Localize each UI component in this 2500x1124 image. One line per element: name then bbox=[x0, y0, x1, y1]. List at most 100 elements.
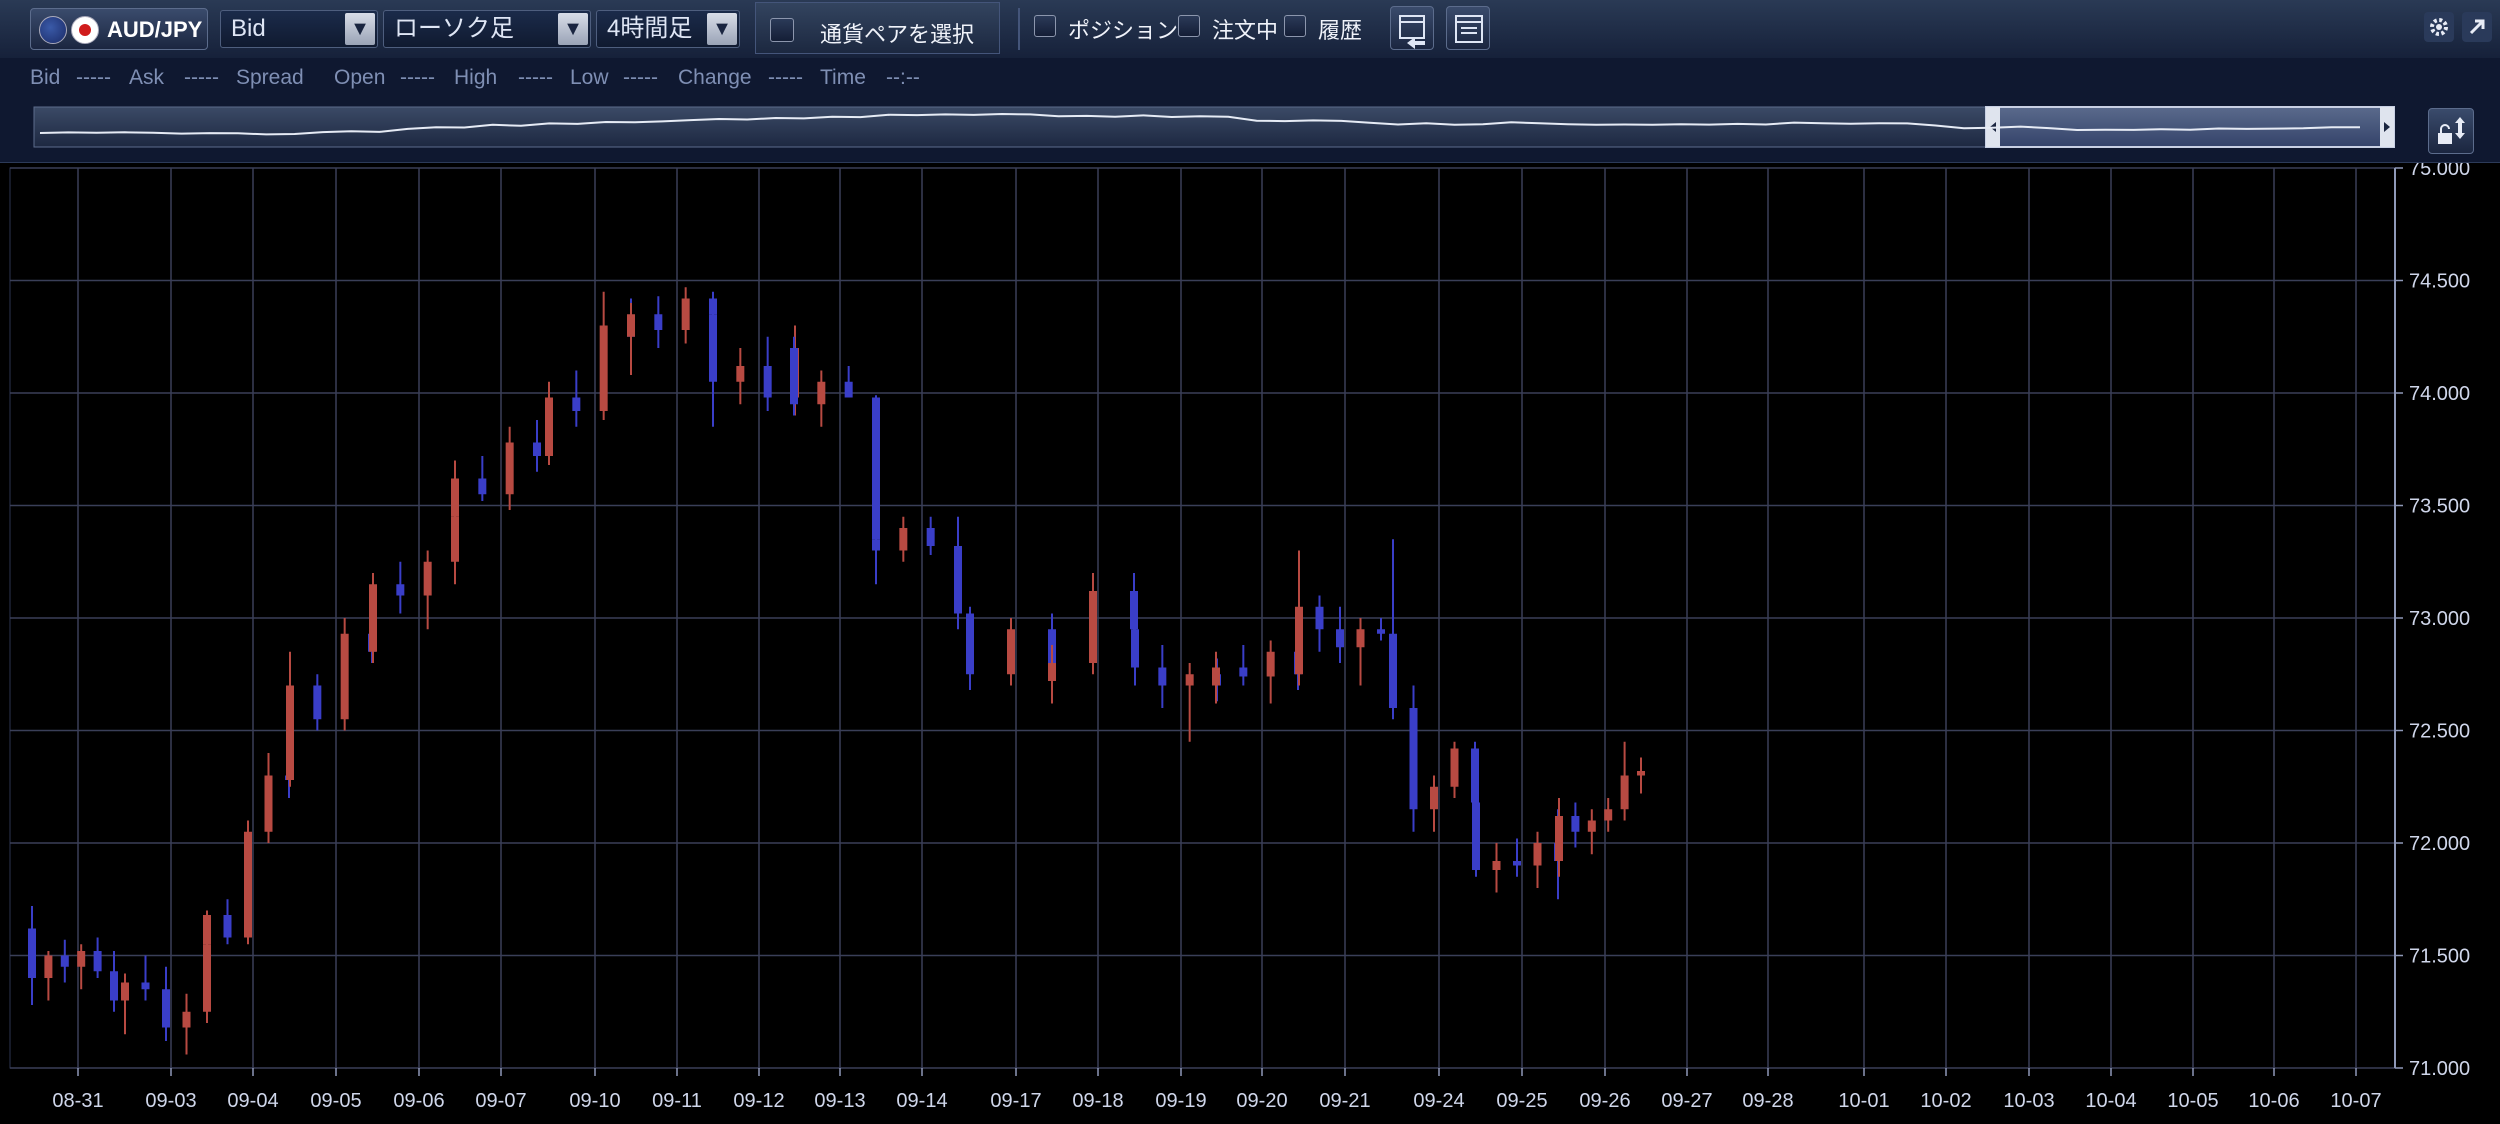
currency-pair-label: AUD/JPY bbox=[107, 17, 203, 42]
x-tick-label: 09-06 bbox=[393, 1090, 444, 1112]
currency-pair-button[interactable]: AUD/JPY bbox=[30, 8, 208, 50]
x-tick-label: 10-07 bbox=[2330, 1090, 2381, 1112]
history-checkbox[interactable] bbox=[1284, 15, 1306, 37]
candle-body-up bbox=[1048, 663, 1056, 681]
candle-body-down bbox=[162, 989, 170, 1028]
candle-body-down bbox=[141, 982, 150, 990]
candle-body-up bbox=[286, 685, 294, 780]
settings-button[interactable] bbox=[2424, 12, 2454, 42]
change-value: ----- bbox=[768, 66, 803, 89]
candle-body-up bbox=[423, 561, 432, 596]
candle-body-down bbox=[1389, 633, 1397, 708]
x-tick-label: 09-18 bbox=[1072, 1090, 1123, 1112]
x-tick-label: 09-26 bbox=[1579, 1090, 1630, 1112]
price-info-row: Bid ----- Ask ----- Spread Open ----- Hi… bbox=[0, 58, 2500, 100]
y-tick-label: 72.000 bbox=[2409, 833, 2470, 855]
y-tick-label: 74.500 bbox=[2409, 271, 2470, 293]
candle-body-down bbox=[313, 685, 322, 720]
chevron-down-icon: ▼ bbox=[707, 13, 737, 45]
chart-tool-button[interactable] bbox=[1390, 6, 1434, 50]
candle-body-down bbox=[709, 314, 717, 382]
x-tick-label: 09-17 bbox=[990, 1090, 1041, 1112]
x-tick-label: 09-12 bbox=[733, 1090, 784, 1112]
candle-body-down bbox=[223, 915, 232, 938]
candle-body-down bbox=[1239, 667, 1248, 677]
gear-icon bbox=[2424, 12, 2454, 42]
candle-body-down bbox=[654, 314, 663, 330]
low-label: Low bbox=[570, 66, 609, 89]
price-chart-area[interactable]: 75.000 74.500 74.000 73.500 73.000 72.500 72.0… bbox=[0, 163, 2500, 1124]
navigator-strip[interactable] bbox=[0, 100, 2500, 162]
candle-body-up bbox=[545, 397, 553, 456]
timeframe-value: 4時間足 bbox=[607, 15, 693, 42]
bid-label: Bid bbox=[30, 66, 61, 89]
candle-body-up bbox=[182, 1011, 191, 1028]
orders-label: 注文中 bbox=[1212, 18, 1279, 43]
navigator-area bbox=[0, 100, 2500, 163]
candle-body-down bbox=[93, 951, 102, 972]
jpy-flag-icon bbox=[71, 16, 99, 44]
x-tick-label: 10-02 bbox=[1920, 1090, 1971, 1112]
select-pair-panel[interactable]: 通貨ペアを選択 bbox=[755, 2, 1000, 54]
chart-export-icon bbox=[1399, 15, 1425, 49]
candle-body-down bbox=[572, 397, 581, 411]
candle-body-down bbox=[28, 928, 36, 978]
x-tick-label: 09-07 bbox=[475, 1090, 526, 1112]
y-tick-label: 71.500 bbox=[2409, 946, 2470, 968]
candle-body-up bbox=[264, 775, 273, 832]
candle-body-down bbox=[1472, 802, 1480, 870]
candle-body-down bbox=[1409, 708, 1418, 810]
chevron-down-icon: ▼ bbox=[558, 13, 588, 45]
candle-body-down bbox=[110, 971, 118, 1001]
window-tool-button[interactable] bbox=[1446, 6, 1490, 50]
timeframe-select[interactable]: 4時間足 ▼ bbox=[596, 10, 740, 48]
position-checkbox[interactable] bbox=[1034, 15, 1056, 37]
ask-label: Ask bbox=[129, 66, 165, 89]
x-tick-label: 10-04 bbox=[2085, 1090, 2136, 1112]
window-list-icon bbox=[1455, 15, 1483, 43]
candle-body-down bbox=[1571, 816, 1580, 832]
candle-body-up bbox=[681, 298, 690, 330]
candle-body-up bbox=[244, 831, 252, 938]
candle-body-up bbox=[1450, 748, 1459, 787]
candle-body-down bbox=[533, 442, 541, 456]
candle-body-up bbox=[1555, 816, 1563, 861]
candle-body-down bbox=[926, 528, 935, 546]
y-tick-label: 75.000 bbox=[2409, 163, 2470, 180]
candle-body-down bbox=[60, 955, 69, 967]
popout-button[interactable] bbox=[2462, 12, 2492, 42]
x-tick-label: 08-31 bbox=[52, 1090, 103, 1112]
candle-body-up bbox=[627, 314, 635, 337]
candlestick-chart[interactable]: 75.000 74.500 74.000 73.500 73.000 72.500 72.0… bbox=[0, 163, 2500, 1124]
x-tick-label: 10-05 bbox=[2167, 1090, 2218, 1112]
candle-body-up bbox=[505, 442, 514, 495]
x-tick-label: 09-24 bbox=[1413, 1090, 1464, 1112]
candle-body-up bbox=[1604, 809, 1613, 821]
price-type-value: Bid bbox=[231, 15, 266, 42]
select-pair-checkbox[interactable] bbox=[770, 18, 794, 42]
price-type-select[interactable]: Bid ▼ bbox=[220, 10, 378, 48]
candle-body-down bbox=[872, 539, 880, 551]
spread-label: Spread bbox=[236, 66, 304, 89]
ask-value: ----- bbox=[184, 66, 219, 89]
aud-flag-icon bbox=[39, 16, 67, 44]
chart-type-select[interactable]: ローソク足 ▼ bbox=[383, 10, 591, 48]
chart-toolbar: AUD/JPY Bid ▼ ローソク足 ▼ 4時間足 ▼ 通貨ペアを選択 ポジシ… bbox=[0, 0, 2500, 59]
select-pair-label: 通貨ペアを選択 bbox=[820, 22, 975, 47]
open-value: ----- bbox=[400, 66, 435, 89]
lock-scale-button[interactable] bbox=[2428, 108, 2474, 154]
history-label: 履歴 bbox=[1318, 18, 1363, 43]
candle-body-up bbox=[1212, 667, 1220, 686]
candle-body-down bbox=[1315, 606, 1324, 630]
chevron-down-icon: ▼ bbox=[345, 13, 375, 45]
candle-body-down bbox=[478, 478, 487, 495]
orders-checkbox[interactable] bbox=[1178, 15, 1200, 37]
x-tick-label: 09-03 bbox=[145, 1090, 196, 1112]
x-tick-label: 09-20 bbox=[1236, 1090, 1287, 1112]
candle-body-up bbox=[1185, 674, 1194, 686]
candle-body-down bbox=[1377, 629, 1385, 634]
y-tick-label: 72.500 bbox=[2409, 721, 2470, 743]
candle-body-up bbox=[1356, 629, 1365, 648]
candle-body-up bbox=[1587, 820, 1596, 832]
chart-type-value: ローソク足 bbox=[394, 15, 514, 42]
